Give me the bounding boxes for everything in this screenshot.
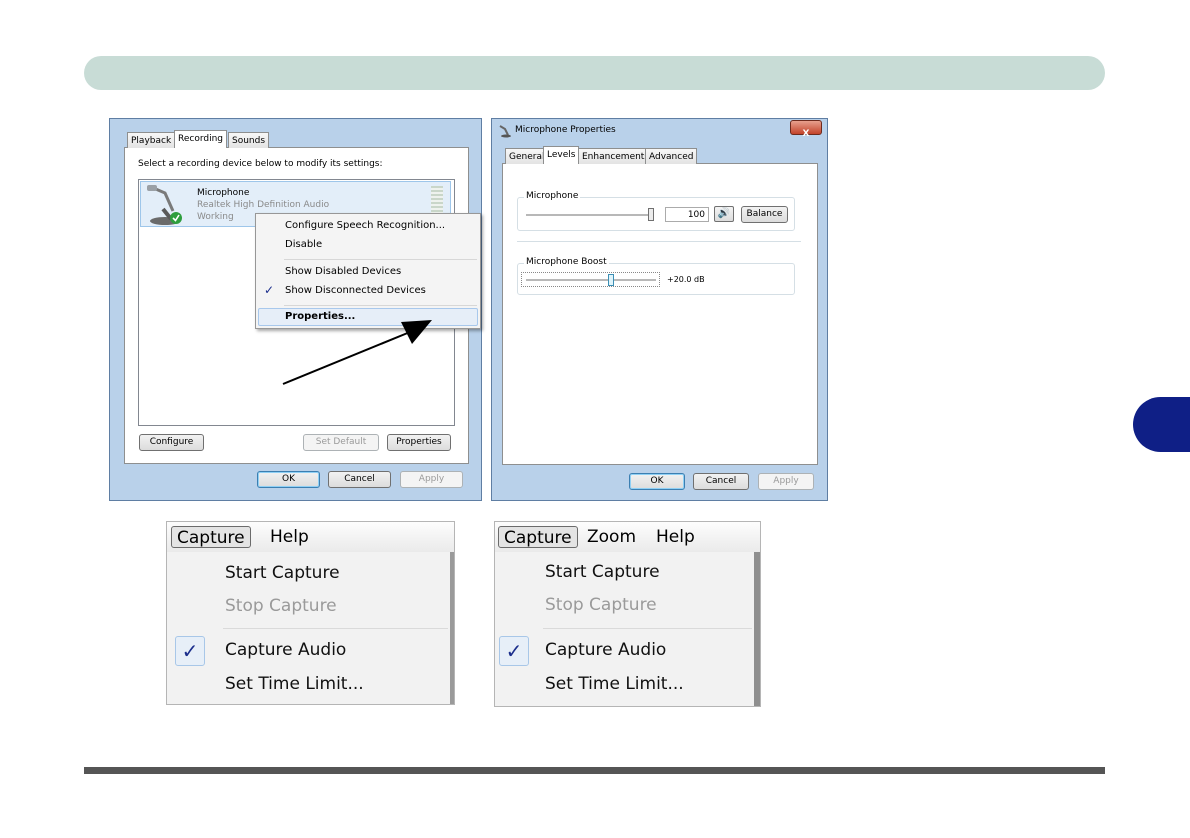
footer-rule	[84, 767, 1105, 774]
configure-button[interactable]: Configure	[139, 434, 204, 451]
menu-item-stop-capture[interactable]: Stop Capture	[225, 596, 337, 616]
tab-general[interactable]: General	[505, 148, 549, 164]
boost-slider-thumb[interactable]	[608, 274, 614, 286]
window-title: Microphone Properties	[515, 125, 616, 135]
ok-button[interactable]: OK	[629, 473, 685, 490]
levels-tab-panel: General Levels Enhancements Advanced Mic…	[502, 146, 818, 465]
ok-button[interactable]: OK	[257, 471, 320, 488]
menu-item-capture-audio[interactable]: Capture Audio	[225, 640, 346, 660]
recording-instruction: Select a recording device below to modif…	[138, 159, 383, 169]
microphone-properties-dialog: Microphone Properties X General Levels E…	[491, 118, 828, 501]
menu-capture[interactable]: Capture	[498, 526, 578, 548]
cancel-button[interactable]: Cancel	[328, 471, 391, 488]
group-divider	[517, 241, 801, 242]
dropdown-shadow-edge	[450, 552, 454, 704]
boost-group-label: Microphone Boost	[524, 257, 609, 267]
capture-menu-a: Capture Help Start Capture Stop Capture …	[166, 521, 455, 705]
tab-recording[interactable]: Recording	[174, 130, 228, 148]
tab-advanced[interactable]: Advanced	[645, 148, 698, 164]
check-icon: ✓	[499, 636, 529, 666]
menu-help[interactable]: Help	[265, 526, 314, 548]
menu-separator	[543, 628, 752, 629]
menu-item-stop-capture[interactable]: Stop Capture	[545, 595, 657, 615]
dropdown-shadow-edge	[754, 552, 760, 706]
balance-button[interactable]: Balance	[741, 206, 788, 223]
apply-button[interactable]: Apply	[400, 471, 463, 488]
menu-item-start-capture[interactable]: Start Capture	[545, 562, 660, 582]
menu-help[interactable]: Help	[651, 526, 700, 548]
microphone-icon	[499, 125, 511, 138]
device-name: Microphone	[197, 188, 250, 198]
menu-item-set-time-limit[interactable]: Set Time Limit...	[225, 674, 364, 694]
device-driver: Realtek High Definition Audio	[197, 200, 330, 210]
apply-button[interactable]: Apply	[758, 473, 814, 490]
menu-zoom[interactable]: Zoom	[582, 526, 641, 548]
properties-button[interactable]: Properties	[387, 434, 451, 451]
microphone-level-input[interactable]	[665, 207, 709, 222]
capture-menu-b: Capture Zoom Help Start Capture Stop Cap…	[494, 521, 761, 707]
arrow-icon	[282, 320, 432, 385]
tab-playback[interactable]: Playback	[127, 132, 176, 148]
boost-value: +20.0 dB	[667, 275, 705, 284]
menu-item-show-disabled[interactable]: Show Disabled Devices	[285, 266, 401, 277]
close-button[interactable]: X	[790, 120, 822, 139]
microphone-slider-thumb[interactable]	[648, 208, 654, 221]
microphone-icon	[147, 185, 182, 225]
chapter-tab	[1133, 397, 1190, 452]
menu-item-set-time-limit[interactable]: Set Time Limit...	[545, 674, 684, 694]
tab-sounds[interactable]: Sounds	[228, 132, 270, 148]
menu-separator	[223, 628, 448, 629]
page-header-bar	[84, 56, 1105, 90]
tab-levels[interactable]: Levels	[543, 146, 580, 164]
check-icon: ✓	[264, 283, 275, 297]
menu-capture[interactable]: Capture	[171, 526, 251, 548]
close-icon: X	[802, 129, 810, 139]
device-status: Working	[197, 212, 234, 222]
speaker-icon[interactable]: 🔊	[714, 206, 734, 222]
microphone-group-label: Microphone	[524, 191, 581, 201]
boost-slider-track	[526, 279, 656, 281]
microphone-slider-track[interactable]	[526, 214, 654, 216]
microphone-boost-group: Microphone Boost +20.0 dB	[517, 257, 795, 295]
menubar: Capture Zoom Help	[495, 522, 760, 552]
menu-separator	[284, 305, 477, 306]
menu-item-show-disconnected[interactable]: Show Disconnected Devices	[285, 285, 426, 296]
menu-item-start-capture[interactable]: Start Capture	[225, 563, 340, 583]
menu-item-disable[interactable]: Disable	[285, 239, 322, 250]
check-icon: ✓	[175, 636, 205, 666]
microphone-group: Microphone 🔊 Balance	[517, 191, 795, 231]
menubar: Capture Help	[167, 522, 454, 552]
set-default-button[interactable]: Set Default	[303, 434, 379, 451]
tab-enhancements[interactable]: Enhancements	[578, 148, 654, 164]
menu-separator	[284, 259, 477, 260]
menu-item-configure-speech[interactable]: Configure Speech Recognition...	[285, 220, 445, 231]
menu-item-capture-audio[interactable]: Capture Audio	[545, 640, 666, 660]
cancel-button[interactable]: Cancel	[693, 473, 749, 490]
